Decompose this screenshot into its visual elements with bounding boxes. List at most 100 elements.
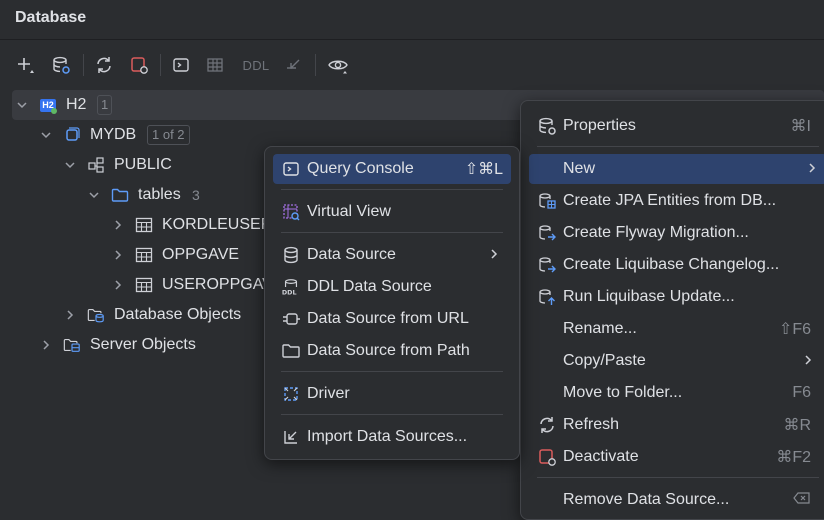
menu-item-label: Create Flyway Migration... [563, 224, 749, 241]
chevron-right-icon[interactable] [112, 219, 124, 231]
menu-separator [281, 232, 503, 233]
import-icon [281, 427, 301, 447]
menu-separator [281, 371, 503, 372]
folder-icon [111, 186, 129, 204]
server-objects-folder-icon [63, 336, 81, 354]
menu-item-rename[interactable]: Rename... ⇧F6 [529, 314, 824, 344]
node-count: 3 [192, 187, 200, 203]
menu-item-label: Import Data Sources... [307, 428, 468, 445]
menu-item-run-liquibase-update[interactable]: Run Liquibase Update... [529, 282, 824, 312]
chevron-right-icon[interactable] [112, 279, 124, 291]
chevron-down-icon[interactable] [40, 129, 52, 141]
jpa-entities-icon [537, 191, 557, 211]
data-source-properties-icon [537, 116, 557, 136]
menu-separator [281, 414, 503, 415]
chevron-right-icon[interactable] [64, 309, 76, 321]
menu-item-move-to-folder[interactable]: Move to Folder... F6 [529, 378, 824, 408]
menu-item-label: Data Source from URL [307, 310, 469, 327]
menu-item-data-source-from-path[interactable]: Data Source from Path [273, 336, 511, 366]
tool-window-header: Database [0, 0, 824, 40]
menu-item-remove-data-source[interactable]: Remove Data Source... [529, 485, 824, 515]
table-icon [135, 276, 153, 294]
menu-item-label: Refresh [563, 416, 620, 433]
database-icon [63, 126, 81, 144]
menu-item-shortcut: ⌘R [783, 417, 811, 434]
svg-text:DDL: DDL [282, 289, 297, 296]
folder-icon [281, 341, 301, 361]
chevron-right-icon [489, 247, 499, 263]
menu-item-label: Data Source from Path [307, 342, 470, 359]
table-editor-icon[interactable] [202, 52, 228, 78]
toolbar-separator [315, 54, 316, 76]
url-connector-icon [281, 309, 301, 329]
menu-item-refresh[interactable]: Refresh ⌘R [529, 410, 824, 440]
tree-node-label: Server Objects [90, 336, 196, 353]
menu-item-create-flyway-migration[interactable]: Create Flyway Migration... [529, 218, 824, 248]
tree-node-label: tables [138, 186, 181, 203]
chevron-down-icon[interactable] [64, 159, 76, 171]
menu-item-shortcut: ⇧⌘L [464, 161, 503, 178]
chevron-right-icon[interactable] [112, 249, 124, 261]
deactivate-icon[interactable] [126, 52, 152, 78]
menu-item-label: Rename... [563, 320, 637, 337]
chevron-right-icon[interactable] [40, 339, 52, 351]
menu-item-label: Copy/Paste [563, 352, 646, 369]
menu-item-new[interactable]: New [529, 154, 824, 184]
menu-item-shortcut: F6 [792, 384, 811, 401]
ddl-button[interactable]: DDL [240, 52, 272, 78]
virtual-view-icon [281, 202, 301, 222]
tree-node-label: H2 [66, 96, 87, 113]
node-badge: 1 [97, 95, 113, 115]
flyway-icon [537, 223, 557, 243]
menu-item-label: Create Liquibase Changelog... [563, 256, 780, 273]
tree-node-label: KORDLEUSER [162, 216, 273, 233]
menu-item-create-jpa-entities[interactable]: Create JPA Entities from DB... [529, 186, 824, 216]
refresh-icon[interactable] [91, 52, 117, 78]
menu-item-shortcut: ⌘F2 [776, 449, 811, 466]
menu-item-label: New [563, 160, 596, 177]
context-menu: Properties ⌘I New Create JPA Entities fr… [520, 100, 824, 520]
tree-node-label: PUBLIC [114, 156, 172, 173]
chevron-down-icon[interactable] [16, 99, 28, 111]
menu-item-label: Virtual View [307, 203, 391, 220]
menu-item-shortcut: ⇧F6 [778, 321, 811, 338]
menu-item-import-data-sources[interactable]: Import Data Sources... [273, 422, 511, 452]
menu-item-deactivate[interactable]: Deactivate ⌘F2 [529, 442, 824, 472]
menu-separator [537, 477, 819, 478]
menu-separator [281, 189, 503, 190]
h2-database-icon: H2 [39, 96, 57, 114]
schema-icon [87, 156, 105, 174]
menu-item-driver[interactable]: Driver [273, 379, 511, 409]
tree-node-label: MYDB [90, 126, 137, 143]
menu-item-data-source[interactable]: Data Source [273, 240, 511, 270]
menu-item-label: Properties [563, 117, 636, 134]
eye-icon[interactable] [325, 52, 351, 78]
menu-item-label: Move to Folder... [563, 384, 683, 401]
menu-item-query-console[interactable]: Query Console ⇧⌘L [273, 154, 511, 184]
table-icon [135, 216, 153, 234]
table-icon [135, 246, 153, 264]
query-console-icon[interactable] [168, 52, 194, 78]
menu-item-virtual-view[interactable]: Virtual View [273, 197, 511, 227]
toolbar-separator [83, 54, 84, 76]
data-source-properties-icon[interactable] [48, 52, 74, 78]
add-icon[interactable] [12, 52, 38, 78]
liquibase-changelog-icon [537, 255, 557, 275]
chevron-down-icon[interactable] [88, 189, 100, 201]
chevron-right-icon [803, 353, 813, 369]
menu-item-copy-paste[interactable]: Copy/Paste [529, 346, 824, 376]
database-objects-folder-icon [87, 306, 105, 324]
menu-item-label: Driver [307, 385, 350, 402]
data-source-icon [281, 245, 301, 265]
menu-item-data-source-from-url[interactable]: Data Source from URL [273, 304, 511, 334]
driver-icon [281, 384, 301, 404]
menu-item-label: Data Source [307, 246, 396, 263]
jump-to-source-icon[interactable] [280, 52, 306, 78]
database-toolbar: DDL [0, 48, 824, 82]
menu-item-properties[interactable]: Properties ⌘I [529, 111, 824, 141]
menu-item-create-liquibase-changelog[interactable]: Create Liquibase Changelog... [529, 250, 824, 280]
tool-window-title: Database [15, 9, 87, 26]
deactivate-icon [537, 447, 557, 467]
menu-item-ddl-data-source[interactable]: DDL DDL Data Source [273, 272, 511, 302]
menu-item-shortcut: ⌘I [790, 118, 811, 135]
